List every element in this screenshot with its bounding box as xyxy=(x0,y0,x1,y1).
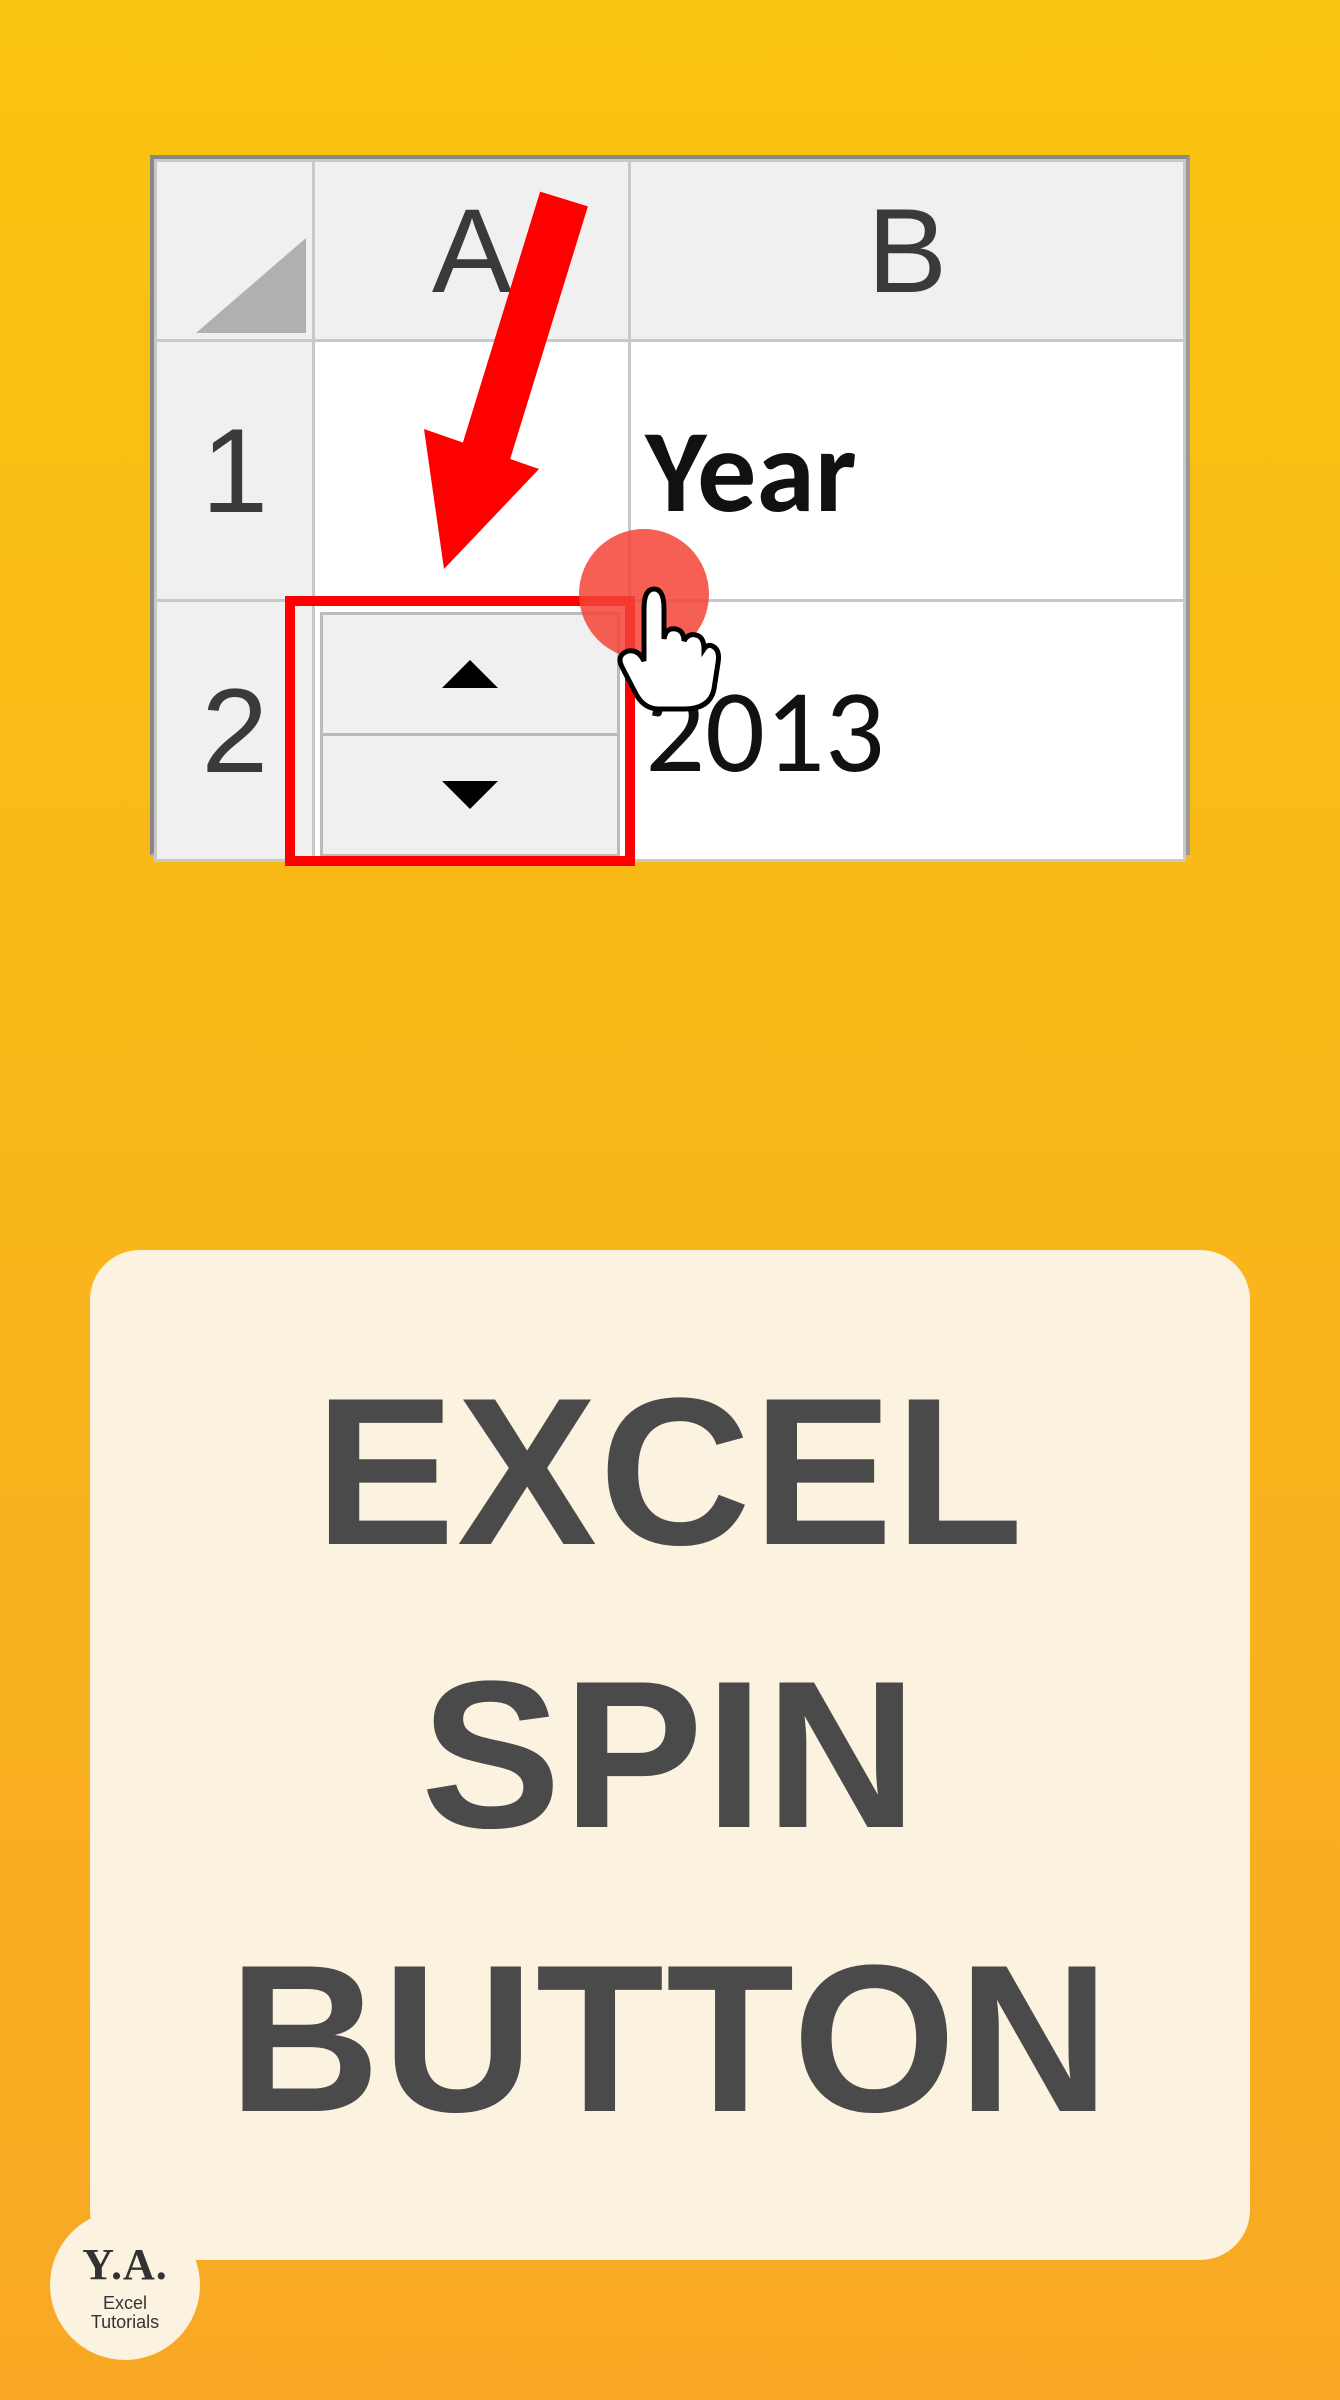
row-header-1[interactable]: 1 xyxy=(156,341,314,601)
title-line-1: EXCEL xyxy=(315,1354,1025,1589)
badge-subtitle: Excel Tutorials xyxy=(91,2294,159,2332)
title-card: EXCEL SPIN BUTTON xyxy=(90,1250,1250,2260)
title-text: EXCEL SPIN BUTTON xyxy=(228,1330,1111,2181)
badge-initials: Y.A. xyxy=(82,2239,168,2290)
corner-triangle-icon xyxy=(196,238,306,333)
title-line-2: SPIN xyxy=(421,1637,919,1872)
arrow-annotation-icon xyxy=(354,179,654,599)
highlight-box xyxy=(285,596,635,866)
cell-a2[interactable] xyxy=(314,601,630,861)
logo-badge: Y.A. Excel Tutorials xyxy=(50,2210,200,2360)
spreadsheet-grid: A B 1 Year 2 xyxy=(154,159,1186,862)
hand-cursor-icon xyxy=(604,579,724,719)
cell-b1[interactable]: Year xyxy=(630,341,1185,601)
excel-screenshot: A B 1 Year 2 xyxy=(150,155,1190,855)
column-header-b[interactable]: B xyxy=(630,161,1185,341)
select-all-corner[interactable] xyxy=(156,161,314,341)
title-line-3: BUTTON xyxy=(228,1921,1111,2156)
